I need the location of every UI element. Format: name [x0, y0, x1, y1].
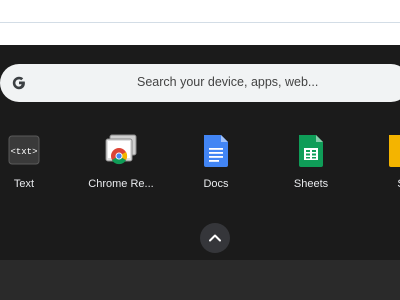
app-label: Sheets	[293, 178, 329, 190]
app-chrome-remote-desktop[interactable]: Chrome Re...	[76, 132, 166, 197]
launcher-search-box[interactable]: Search your device, apps, web...	[0, 64, 400, 102]
app-sheets[interactable]: Sheets	[266, 132, 356, 197]
chevron-up-icon	[209, 234, 221, 242]
google-g-icon	[12, 76, 25, 90]
expand-launcher-button[interactable]	[200, 223, 230, 253]
app-text[interactable]: <txt> Text	[0, 132, 69, 197]
divider	[0, 22, 400, 23]
app-docs[interactable]: Docs	[171, 132, 261, 197]
search-input[interactable]: Search your device, apps, web...	[137, 75, 318, 89]
docs-icon	[204, 135, 228, 167]
svg-text:<txt>: <txt>	[10, 147, 37, 157]
app-label: S	[356, 178, 400, 190]
sheets-icon	[299, 135, 323, 167]
text-app-icon: <txt>	[8, 135, 40, 165]
browser-top-bar	[0, 0, 400, 45]
app-label: Docs	[203, 178, 229, 190]
app-slides[interactable]: S	[356, 132, 400, 197]
chrome-remote-desktop-icon	[105, 134, 137, 165]
desktop-bottom	[0, 260, 400, 300]
app-label: Text	[13, 178, 35, 190]
app-label: Chrome Re...	[88, 178, 154, 190]
slides-icon	[389, 135, 400, 167]
